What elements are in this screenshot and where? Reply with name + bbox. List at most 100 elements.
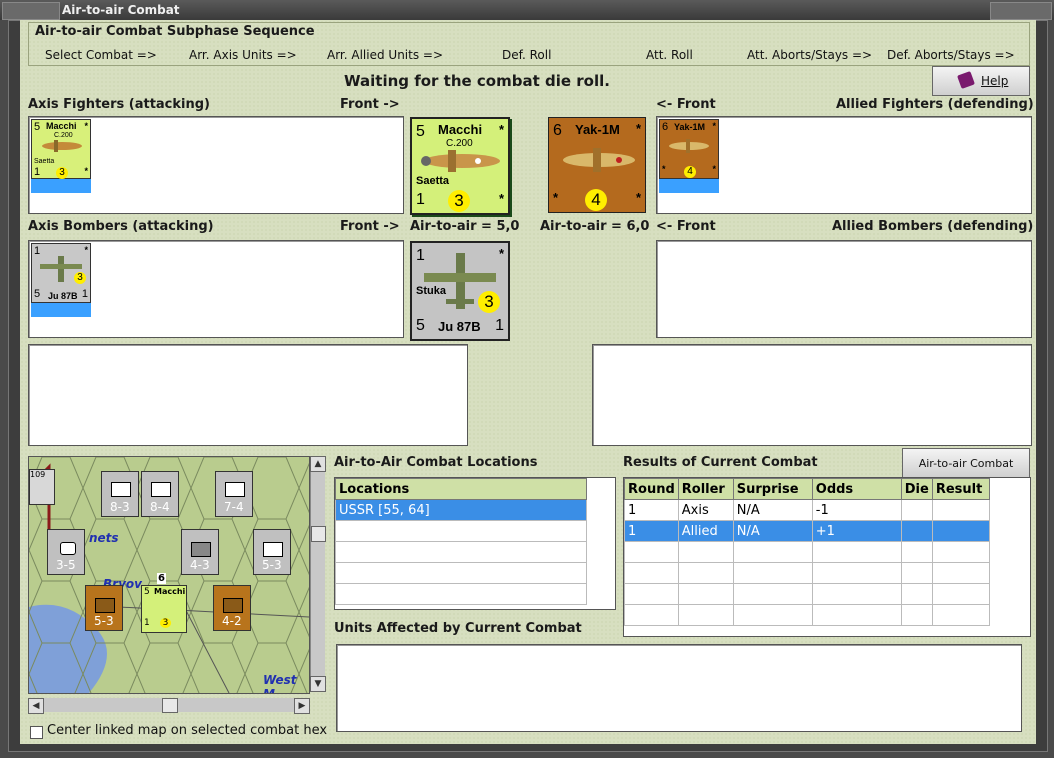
location-row[interactable] [335,541,587,563]
sequence-heading: Air-to-air Combat Subphase Sequence [35,24,315,39]
scroll-left-icon[interactable]: ◀ [28,698,44,714]
location-row[interactable] [335,583,587,605]
allied-bomber-front-label: <- Front [656,219,716,234]
map-horizontal-scrollbar[interactable]: ◀ ▶ [28,698,310,714]
map-city-label: nets [89,531,119,545]
axis-fighters-box[interactable]: 5 Macchi C.200 * Saetta 1 3 * [28,116,404,214]
step-def-aborts: Def. Aborts/Stays => [887,48,1015,62]
units-affected-title: Units Affected by Current Combat [334,621,582,636]
locations-title: Air-to-Air Combat Locations [334,455,538,470]
scroll-thumb[interactable] [162,698,178,713]
title-bar: Air-to-air Combat [0,0,1054,20]
selection-bar [659,179,719,193]
book-icon [957,71,975,89]
table-row[interactable] [624,562,991,584]
center-map-checkbox-label: Center linked map on selected combat hex [47,723,328,738]
allied-fighters-label: Allied Fighters (defending) [836,97,1034,112]
table-row[interactable] [624,604,991,626]
map-unit-counter[interactable]: 109 [29,469,55,505]
allied-fighters-box[interactable]: 6 Yak-1M * * 4 * [656,116,1032,214]
yak-plane-icon [563,148,635,172]
axis-bomber-counter-small[interactable]: 1 * 3 5 Ju 87B 1 [31,243,91,303]
map-unit-counter[interactable]: 3-5 [47,529,85,575]
subphase-sequence: Air-to-air Combat Subphase Sequence Sele… [28,22,1030,66]
map-unit-counter[interactable]: 7-4 [215,471,253,517]
map-unit-counter[interactable]: 5-3 [85,585,123,631]
locations-table: Locations USSR [55, 64] [335,478,587,605]
window-title: Air-to-air Combat [62,3,180,17]
location-row[interactable] [335,520,587,542]
col-roller: Roller [677,478,734,500]
status-message: Waiting for the combat die roll. [344,72,610,90]
scroll-up-icon[interactable]: ▲ [310,456,326,472]
map-unit-counter[interactable]: 8-4 [141,471,179,517]
window-controls[interactable] [990,2,1052,20]
center-map-checkbox[interactable] [30,726,43,739]
step-select-combat: Select Combat => [45,48,157,62]
table-row[interactable]: 1 Allied N/A +1 [624,520,991,542]
linked-map[interactable]: nets Bryov West M 109 8-3 8-4 7-4 3-5 4-… [28,456,310,694]
yak-plane-icon [669,139,709,153]
allied-fighter-counter-small[interactable]: 6 Yak-1M * * 4 * [659,119,719,179]
locations-header: Locations [335,478,587,500]
infantry-icon [225,482,245,497]
location-row[interactable]: USSR [55, 64] [335,499,587,521]
scroll-thumb[interactable] [311,526,326,542]
macchi-plane-icon [421,150,500,172]
col-odds: Odds [811,478,902,500]
step-arr-axis: Arr. Axis Units => [189,48,297,62]
step-def-roll: Def. Roll [502,48,552,62]
allied-info-box [592,344,1032,446]
macchi-plane-icon [42,140,82,152]
map-unit-counter[interactable]: 5-3 [253,529,291,575]
axis-info-box [28,344,468,446]
map-macchi-counter[interactable]: 5 Macchi 1 3 [141,585,187,633]
yak-counter[interactable]: 6 Yak-1M * * 4 * [548,117,646,213]
scroll-down-icon[interactable]: ▼ [310,676,326,692]
stuka-counter[interactable]: 1 * Stuka 3 5 Ju 87B 1 [410,241,510,341]
allied-bombers-label: Allied Bombers (defending) [832,219,1034,234]
system-menu-button[interactable] [2,2,60,20]
step-att-roll: Att. Roll [646,48,693,62]
table-row[interactable]: 1 Axis N/A -1 [624,499,991,521]
help-button[interactable]: Help [932,66,1030,96]
allied-bombers-box[interactable] [656,240,1032,338]
results-title: Results of Current Combat [623,455,818,470]
selection-bar [31,179,91,193]
mountain-icon [191,542,211,557]
macchi-counter[interactable]: 5 Macchi C.200 * Saetta 1 3 * [410,117,510,215]
axis-fighter-counter-small[interactable]: 5 Macchi C.200 * Saetta 1 3 * [31,119,91,179]
window: Air-to-air Combat Air-to-air Combat Subp… [0,0,1054,758]
air-combat-chart-button[interactable]: Air-to-air Combat Chart [902,448,1030,500]
infantry-icon [111,482,131,497]
scroll-right-icon[interactable]: ▶ [294,698,310,714]
allied-air-to-air-value: Air-to-air = 6,0 [540,219,650,234]
infantry-icon [151,482,171,497]
map-unit-counter[interactable]: 4-3 [181,529,219,575]
combat-panel: Air-to-air Combat Subphase Sequence Sele… [20,20,1036,744]
col-result: Result [931,478,991,500]
mountain-icon [95,598,115,613]
locations-list[interactable]: Locations USSR [55, 64] [334,477,616,610]
results-table: Round Roller Surprise Odds Die Result 1A… [624,478,991,626]
table-row[interactable] [624,541,991,563]
location-row[interactable] [335,562,587,584]
axis-bombers-box[interactable]: 1 * 3 5 Ju 87B 1 [28,240,404,338]
axis-bombers-label: Axis Bombers (attacking) [28,219,214,234]
step-att-aborts: Att. Aborts/Stays => [747,48,873,62]
allied-front-label: <- Front [656,97,716,112]
map-vertical-scrollbar[interactable]: ▲ ▼ [310,456,326,692]
step-arr-allied: Arr. Allied Units => [327,48,444,62]
selection-bar [31,303,91,317]
axis-front-label: Front -> [340,97,400,112]
axis-air-to-air-value: Air-to-air = 5,0 [410,219,520,234]
units-affected-box [336,644,1022,732]
results-panel: Round Roller Surprise Odds Die Result 1A… [623,477,1031,637]
col-round: Round [624,478,679,500]
map-unit-counter[interactable]: 4-2 [213,585,251,631]
axis-bomber-front-label: Front -> [340,219,400,234]
map-unit-counter[interactable]: 8-3 [101,471,139,517]
col-surprise: Surprise [732,478,813,500]
mountain-icon [223,598,243,613]
table-row[interactable] [624,583,991,605]
